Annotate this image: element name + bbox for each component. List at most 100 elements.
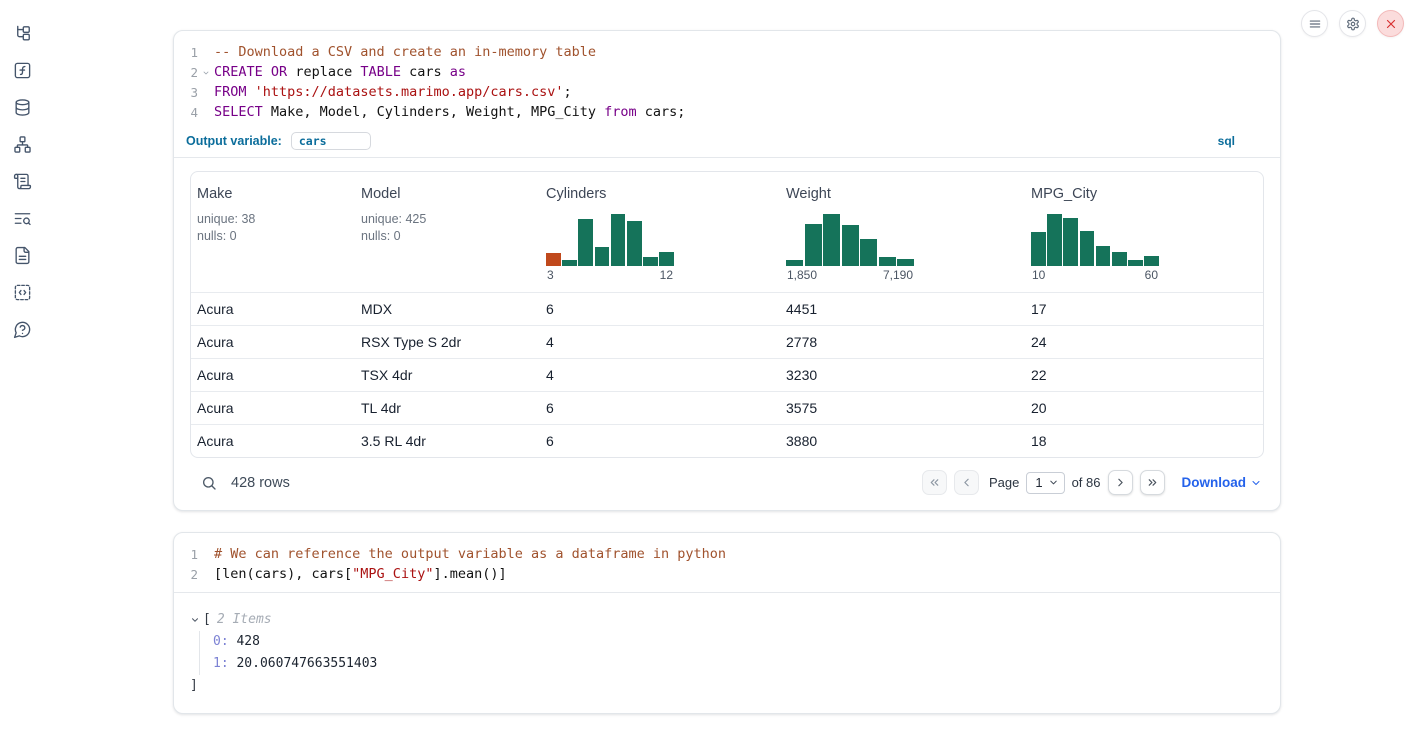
table-cell: 24 — [1025, 326, 1263, 358]
code-line[interactable]: 2CREATE OR replace TABLE cars as — [174, 63, 1270, 84]
column-name[interactable]: MPG_City — [1031, 186, 1255, 202]
histogram-bars — [546, 214, 674, 266]
column-name[interactable]: Weight — [786, 186, 1017, 202]
line-number: 4 — [174, 103, 198, 123]
table-row[interactable]: AcuraTSX 4dr4323022 — [191, 358, 1263, 391]
histogram-bar — [595, 247, 610, 266]
histogram-bar — [1144, 256, 1159, 266]
table-of-contents-search-icon[interactable] — [12, 208, 32, 228]
table-cell: TL 4dr — [355, 392, 540, 424]
table-row[interactable]: AcuraMDX6445117 — [191, 292, 1263, 325]
column-header-make[interactable]: Makeunique: 38nulls: 0 — [191, 172, 355, 292]
histogram-bar — [627, 221, 642, 266]
language-badge[interactable]: sql — [1218, 134, 1235, 148]
table-cell: MDX — [355, 293, 540, 325]
histogram-bars — [1031, 214, 1159, 266]
column-name[interactable]: Model — [361, 186, 532, 202]
download-button[interactable]: Download — [1182, 475, 1263, 490]
shutdown-button[interactable] — [1377, 10, 1404, 37]
menu-button[interactable] — [1301, 10, 1328, 37]
histogram-bar — [659, 252, 674, 266]
previous-page-button[interactable] — [954, 470, 979, 495]
open-bracket: [ — [203, 609, 211, 631]
code-line[interactable]: 2[len(cars), cars["MPG_City"].mean()] — [174, 565, 1270, 585]
collapse-caret-icon[interactable] — [190, 615, 202, 625]
last-page-button[interactable] — [1140, 470, 1165, 495]
table-cell: 6 — [540, 293, 780, 325]
column-header-mpg_city[interactable]: MPG_City 1060 — [1025, 172, 1263, 292]
table-cell: 22 — [1025, 359, 1263, 391]
line-number: 1 — [174, 43, 198, 63]
page-label: Page — [989, 475, 1019, 490]
histogram-bar — [805, 224, 822, 266]
tree-entry: 0: 428 — [213, 631, 1264, 653]
dependency-graph-icon[interactable] — [12, 134, 32, 154]
tree-root[interactable]: [ 2 Items — [190, 609, 1264, 631]
code-text: [len(cars), cars["MPG_City"].mean()] — [214, 565, 507, 585]
code-text: # We can reference the output variable a… — [214, 545, 726, 565]
line-number: 1 — [174, 545, 198, 565]
table-cell: Acura — [191, 425, 355, 457]
logs-icon[interactable] — [12, 171, 32, 191]
help-icon[interactable] — [12, 319, 32, 339]
data-sources-icon[interactable] — [12, 97, 32, 117]
data-table: Makeunique: 38nulls: 0Modelunique: 425nu… — [190, 171, 1264, 458]
sql-code-editor[interactable]: 1 -- Download a CSV and create an in-memo… — [174, 31, 1280, 130]
histogram-bar — [546, 253, 561, 266]
code-text: CREATE OR replace TABLE cars as — [214, 63, 466, 83]
column-header-model[interactable]: Modelunique: 425nulls: 0 — [355, 172, 540, 292]
variables-icon[interactable] — [12, 60, 32, 80]
code-line[interactable]: 4SELECT Make, Model, Cylinders, Weight, … — [174, 103, 1270, 123]
output-variable-input[interactable] — [291, 132, 371, 150]
column-name[interactable]: Cylinders — [546, 186, 772, 202]
fold-chevron-icon[interactable] — [198, 63, 214, 84]
histogram-bar — [1128, 260, 1143, 266]
documentation-icon[interactable] — [12, 245, 32, 265]
table-row[interactable]: AcuraTL 4dr6357520 — [191, 391, 1263, 424]
histogram-bar — [823, 214, 840, 266]
next-page-button[interactable] — [1108, 470, 1133, 495]
settings-button[interactable] — [1339, 10, 1366, 37]
column-header-cylinders[interactable]: Cylinders 312 — [540, 172, 780, 292]
code-line[interactable]: 3FROM 'https://datasets.marimo.app/cars.… — [174, 83, 1270, 103]
sql-output-area: Makeunique: 38nulls: 0Modelunique: 425nu… — [174, 158, 1280, 510]
file-explorer-icon[interactable] — [12, 23, 32, 43]
search-icon[interactable] — [199, 473, 219, 493]
column-name[interactable]: Make — [197, 186, 347, 202]
hamburger-icon — [1308, 17, 1322, 31]
histogram-bar — [1096, 246, 1111, 266]
output-variable-label: Output variable: — [186, 134, 282, 148]
row-count: 428 rows — [231, 475, 290, 491]
page-select-value: 1 — [1035, 475, 1042, 490]
table-cell: 17 — [1025, 293, 1263, 325]
column-header-weight[interactable]: Weight 1,8507,190 — [780, 172, 1025, 292]
top-actions — [1301, 10, 1404, 37]
first-page-button[interactable] — [922, 470, 947, 495]
sidebar — [0, 0, 44, 729]
code-text: -- Download a CSV and create an in-memor… — [214, 43, 596, 63]
column-histogram[interactable]: 1,8507,190 — [786, 214, 914, 282]
table-cell: 4 — [540, 359, 780, 391]
histogram-bar — [1112, 252, 1127, 266]
code-line[interactable]: 1 -- Download a CSV and create an in-memo… — [174, 43, 1270, 63]
code-line[interactable]: 1 # We can reference the output variable … — [174, 545, 1270, 565]
table-row[interactable]: AcuraRSX Type S 2dr4277824 — [191, 325, 1263, 358]
table-cell: 3575 — [780, 392, 1025, 424]
histogram-axis: 1,8507,190 — [786, 268, 914, 282]
python-code-editor[interactable]: 1 # We can reference the output variable … — [174, 533, 1280, 592]
column-histogram[interactable]: 312 — [546, 214, 674, 282]
sql-cell: 1 -- Download a CSV and create an in-memo… — [173, 30, 1281, 511]
pagination: Page 1 of 86 — [922, 470, 1165, 495]
table-cell: 6 — [540, 392, 780, 424]
table-row[interactable]: Acura3.5 RL 4dr6388018 — [191, 424, 1263, 457]
histogram-bar — [879, 257, 896, 266]
snippets-icon[interactable] — [12, 282, 32, 302]
histogram-bar — [1080, 231, 1095, 266]
histogram-axis: 1060 — [1031, 268, 1159, 282]
table-cell: 20 — [1025, 392, 1263, 424]
column-histogram[interactable]: 1060 — [1031, 214, 1159, 282]
table-cell: 3.5 RL 4dr — [355, 425, 540, 457]
python-output: [ 2 Items 0: 4281: 20.060747663551403 ] — [174, 592, 1280, 713]
page-select[interactable]: 1 — [1026, 472, 1064, 494]
table-cell: 2778 — [780, 326, 1025, 358]
